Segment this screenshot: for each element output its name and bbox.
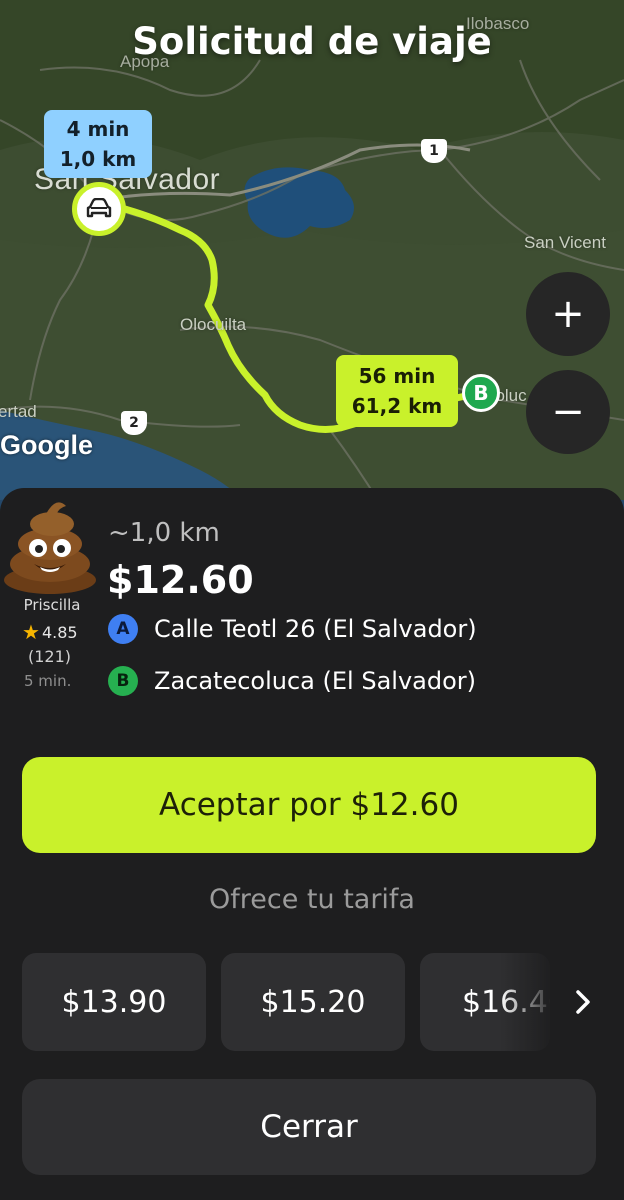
dropoff-stop: B Zacatecoluca (El Salvador)	[108, 666, 476, 696]
chevron-right-icon[interactable]	[566, 983, 600, 1021]
google-attribution: Google	[0, 430, 93, 460]
pickup-eta-time: 4 min	[66, 117, 130, 141]
trip-duration: 56 min	[358, 364, 436, 388]
driver-name: Priscilla	[23, 596, 81, 610]
pickup-marker-icon: A	[108, 614, 138, 644]
destination-marker: B	[462, 374, 500, 412]
pickup-stop: A Calle Teotl 26 (El Salvador)	[108, 614, 477, 644]
map-label-olocuilta: Olocuilta	[180, 315, 247, 334]
offer-fare-label: Ofrece tu tarifa	[209, 884, 415, 915]
zoom-in-button[interactable]: +	[526, 272, 610, 356]
trip-approx-distance: ~1,0 km	[108, 518, 220, 548]
driver-rating: ★ 4.85	[22, 620, 78, 644]
pickup-eta-distance: 1,0 km	[59, 147, 137, 171]
driver-rating-value: 4.85	[41, 622, 78, 642]
trip-distance: 61,2 km	[351, 394, 443, 418]
route-shield-2: 2	[121, 411, 147, 435]
poop-emoji-avatar-icon	[0, 492, 104, 596]
dropoff-marker-icon: B	[108, 666, 138, 696]
star-icon: ★	[22, 620, 40, 644]
fare-option-1[interactable]: $13.90	[22, 953, 206, 1051]
fare-scroll-fade	[500, 953, 624, 1051]
zoom-out-button[interactable]: −	[526, 370, 610, 454]
car-icon	[86, 198, 112, 218]
dropoff-address: Zacatecoluca (El Salvador)	[154, 667, 477, 695]
map-background	[0, 0, 624, 520]
pickup-address: Calle Teotl 26 (El Salvador)	[154, 615, 477, 643]
close-button[interactable]: Cerrar	[22, 1079, 596, 1175]
route-shield-1: 1	[421, 139, 447, 163]
map-label-libertad: ertad	[0, 402, 37, 421]
driver-review-count: (121)	[28, 647, 72, 666]
car-marker	[72, 182, 126, 236]
fare-option-2[interactable]: $15.20	[221, 953, 405, 1051]
map-view[interactable]: Ilobasco Apopa San Salvador San Vicent O…	[0, 0, 624, 520]
accept-button[interactable]: Aceptar por $12.60	[22, 757, 596, 853]
map-label-san-vicente: San Vicent	[524, 233, 606, 252]
pickup-eta-bubble: 4 min 1,0 km	[44, 110, 152, 178]
page-title: Solicitud de viaje	[132, 20, 492, 63]
trip-price: $12.60	[107, 558, 254, 602]
trip-info-bubble: 56 min 61,2 km	[336, 355, 458, 427]
driver-eta: 5 min.	[24, 672, 72, 690]
